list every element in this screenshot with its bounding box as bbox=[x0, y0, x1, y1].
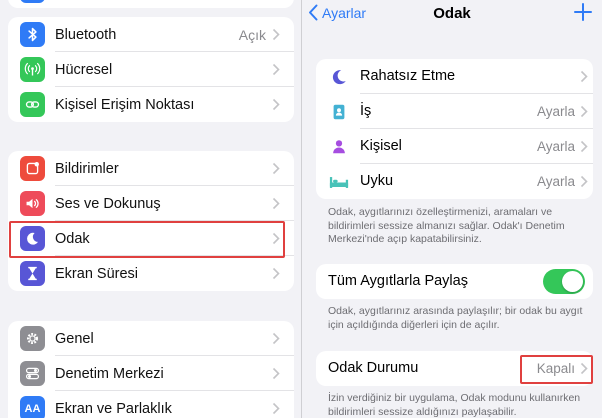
chevron-right-icon bbox=[272, 197, 280, 210]
share-across-devices-group: Tüm Aygıtlarla Paylaş bbox=[316, 264, 593, 299]
focus-modes-list: Rahatsız Etme İş Ayarla Kişisel Ayarla U… bbox=[316, 59, 593, 199]
focus-description-note: Odak, aygıtlarınızı özelleştirmenizi, ar… bbox=[328, 206, 565, 245]
sound-icon bbox=[20, 191, 45, 216]
switches-icon bbox=[20, 361, 45, 386]
settings-row-sounds[interactable]: Ses ve Dokunuş bbox=[8, 186, 294, 221]
settings-row-label: Denetim Merkezi bbox=[55, 365, 164, 382]
notifications-icon bbox=[20, 156, 45, 181]
settings-row-label: Hücresel bbox=[55, 61, 113, 78]
focus-mode-label: Uyku bbox=[360, 173, 394, 189]
person-icon bbox=[328, 136, 350, 158]
settings-row-label: Kişisel Erişim Noktası bbox=[55, 96, 195, 113]
hotspot-icon bbox=[20, 92, 45, 117]
share-across-devices-toggle[interactable] bbox=[543, 269, 585, 294]
settings-sidebar: Bluetooth Açık Hücresel Kişisel Erişim N… bbox=[0, 0, 302, 418]
settings-row-bluetooth[interactable]: Bluetooth Açık bbox=[8, 17, 294, 52]
chevron-right-icon bbox=[272, 402, 280, 415]
work-badge-icon bbox=[328, 101, 350, 123]
settings-group-top-partial bbox=[8, 0, 294, 8]
focus-mode-sleep[interactable]: Uyku Ayarla bbox=[316, 164, 593, 199]
settings-group-notifications: Bildirimler Ses ve Dokunuş Odak Ekran Sü… bbox=[8, 151, 294, 291]
focus-status-note: İzin verdiğiniz bir uygulama, Odak modun… bbox=[328, 392, 581, 418]
share-across-devices-label: Tüm Aygıtlarla Paylaş bbox=[328, 273, 468, 289]
chevron-right-icon bbox=[272, 98, 280, 111]
focus-status-label: Odak Durumu bbox=[328, 360, 419, 376]
settings-row-display-brightness[interactable]: AA Ekran ve Parlaklık bbox=[8, 391, 294, 418]
focus-mode-value: Ayarla bbox=[536, 174, 575, 189]
chevron-right-icon bbox=[272, 162, 280, 175]
bluetooth-status-value: Açık bbox=[238, 26, 266, 43]
focus-status-group: Odak Durumu Kapalı bbox=[316, 351, 593, 386]
chevron-right-icon bbox=[272, 267, 280, 280]
settings-row-cellular[interactable]: Hücresel bbox=[8, 52, 294, 87]
settings-group-general: Genel Denetim Merkezi AA Ekran ve Parlak… bbox=[8, 321, 294, 418]
chevron-right-icon bbox=[580, 70, 588, 83]
add-focus-button[interactable] bbox=[573, 2, 593, 22]
share-description-note: Odak, aygıtlarınız arasında paylaşılır; … bbox=[328, 305, 583, 331]
settings-row-focus[interactable]: Odak bbox=[8, 221, 294, 256]
chevron-right-icon bbox=[580, 175, 588, 188]
settings-row-label: Odak bbox=[55, 230, 90, 247]
text-size-icon: AA bbox=[20, 396, 45, 418]
wifi-icon bbox=[20, 0, 45, 3]
navigation-bar: Ayarlar Odak bbox=[302, 0, 602, 30]
settings-row-notifications[interactable]: Bildirimler bbox=[8, 151, 294, 186]
settings-row-label: Ekran Süresi bbox=[55, 265, 139, 282]
cellular-icon bbox=[20, 57, 45, 82]
focus-mode-do-not-disturb[interactable]: Rahatsız Etme bbox=[316, 59, 593, 94]
hourglass-icon bbox=[20, 261, 45, 286]
chevron-right-icon bbox=[580, 140, 588, 153]
chevron-right-icon bbox=[580, 362, 588, 375]
focus-mode-label: İş bbox=[360, 103, 372, 119]
focus-mode-value: Ayarla bbox=[536, 104, 575, 119]
settings-group-connectivity: Bluetooth Açık Hücresel Kişisel Erişim N… bbox=[8, 17, 294, 122]
focus-mode-personal[interactable]: Kişisel Ayarla bbox=[316, 129, 593, 164]
focus-status-row[interactable]: Odak Durumu Kapalı bbox=[316, 351, 593, 386]
settings-row-label: Ekran ve Parlaklık bbox=[55, 400, 172, 417]
settings-row-label: Genel bbox=[55, 330, 94, 347]
focus-status-value: Kapalı bbox=[536, 361, 575, 376]
settings-row-label: Bildirimler bbox=[55, 160, 119, 177]
chevron-right-icon bbox=[272, 63, 280, 76]
settings-row-control-center[interactable]: Denetim Merkezi bbox=[8, 356, 294, 391]
chevron-right-icon bbox=[272, 28, 280, 41]
share-across-devices-row: Tüm Aygıtlarla Paylaş bbox=[316, 264, 593, 299]
bed-icon bbox=[328, 171, 350, 193]
chevron-right-icon bbox=[272, 232, 280, 245]
bluetooth-icon bbox=[20, 22, 45, 47]
gear-icon bbox=[20, 326, 45, 351]
chevron-right-icon bbox=[272, 367, 280, 380]
settings-row-general[interactable]: Genel bbox=[8, 321, 294, 356]
moon-icon bbox=[328, 66, 350, 88]
settings-row-screen-time[interactable]: Ekran Süresi bbox=[8, 256, 294, 291]
settings-row-label: Ses ve Dokunuş bbox=[55, 195, 161, 212]
chevron-right-icon bbox=[580, 105, 588, 118]
focus-detail-pane: Ayarlar Odak Rahatsız Etme İş Ayarla Kiş… bbox=[302, 0, 602, 418]
page-title: Odak bbox=[433, 5, 471, 22]
focus-mode-value: Ayarla bbox=[536, 139, 575, 154]
moon-icon bbox=[20, 226, 45, 251]
focus-mode-label: Rahatsız Etme bbox=[360, 68, 456, 84]
chevron-right-icon bbox=[272, 332, 280, 345]
settings-row-label: Bluetooth bbox=[55, 26, 117, 43]
focus-mode-work[interactable]: İş Ayarla bbox=[316, 94, 593, 129]
settings-row-personal-hotspot[interactable]: Kişisel Erişim Noktası bbox=[8, 87, 294, 122]
focus-mode-label: Kişisel bbox=[360, 138, 402, 154]
toggle-knob bbox=[562, 271, 583, 292]
